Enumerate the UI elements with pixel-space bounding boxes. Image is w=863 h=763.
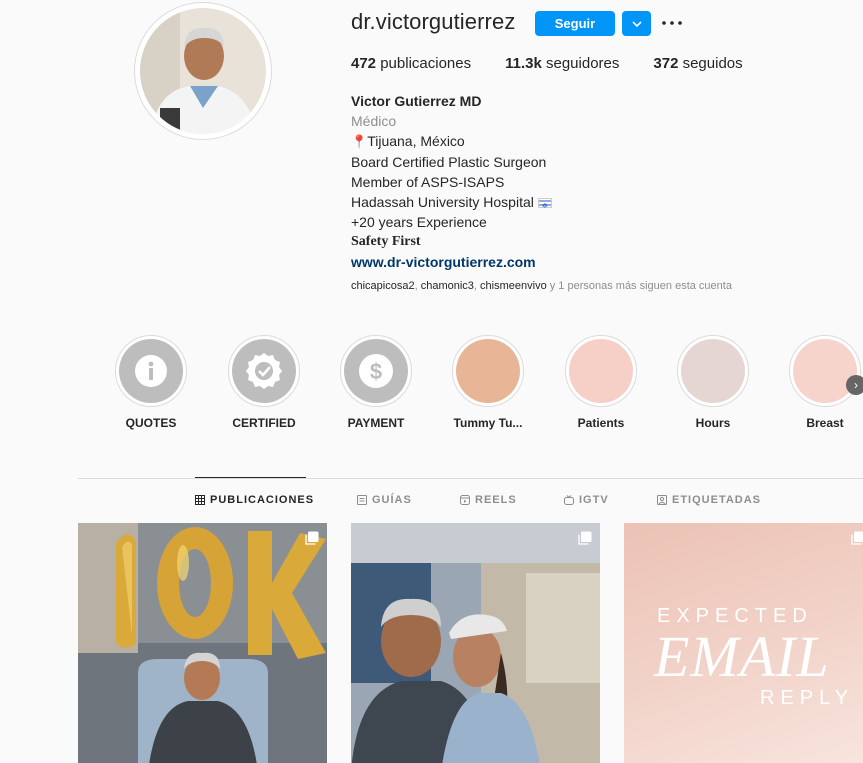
highlight-patients[interactable]: Patients	[565, 335, 637, 430]
tab-igtv[interactable]: IGTV	[564, 494, 609, 506]
highlight-quotes[interactable]: QUOTES	[115, 335, 187, 430]
posts-count: 472 publicaciones	[351, 55, 472, 72]
svg-text:$: $	[370, 359, 382, 384]
highlights-next-button[interactable]: ›	[846, 375, 863, 395]
follower-username[interactable]: chismeenvivo	[480, 280, 547, 292]
chevron-right-icon: ›	[854, 378, 858, 392]
tagged-icon	[657, 495, 667, 505]
info-icon	[135, 355, 167, 387]
follow-button[interactable]: Seguir	[535, 11, 615, 36]
more-dots-icon	[662, 21, 682, 25]
post-thumbnail[interactable]: EXPECTED EMAIL REPLY	[624, 523, 863, 763]
highlight-label: Tummy Tu...	[453, 416, 523, 430]
highlight-label: Hours	[695, 416, 731, 430]
grid-icon	[195, 495, 205, 505]
highlight-label: PAYMENT	[347, 416, 405, 430]
highlight-label: QUOTES	[125, 416, 177, 430]
profile-bio: Victor Gutierrez MD Médico 📍Tijuana, Méx…	[351, 91, 552, 272]
highlight-tummy-tuck[interactable]: Tummy Tu...	[452, 335, 524, 430]
reels-icon	[460, 495, 470, 505]
post-text-email: EMAIL	[654, 624, 830, 689]
follower-username[interactable]: chicapicosa2	[351, 280, 415, 292]
certified-badge-icon	[246, 353, 282, 389]
tab-reels[interactable]: REELS	[460, 494, 517, 506]
highlight-payment[interactable]: $ PAYMENT	[340, 335, 412, 430]
highlight-certified[interactable]: CERTIFIED	[228, 335, 300, 430]
highlight-label: Breast	[806, 416, 844, 430]
suggested-accounts-button[interactable]	[622, 11, 651, 36]
pin-icon: 📍	[351, 134, 368, 149]
guides-icon	[357, 495, 367, 505]
carousel-icon	[578, 531, 592, 545]
followers-count[interactable]: 11.3k seguidores	[505, 55, 619, 72]
followed-by[interactable]: chicapicosa2, chamonic3, chismeenvivo y …	[351, 280, 732, 292]
tab-etiquetadas[interactable]: ETIQUETADAS	[657, 494, 761, 506]
bio-line: +20 years Experience	[351, 214, 487, 230]
bio-line: Member of ASPS-ISAPS	[351, 174, 505, 190]
dollar-icon: $	[359, 354, 393, 388]
highlight-hours[interactable]: Hours	[677, 335, 749, 430]
avatar-photo	[140, 8, 266, 134]
bio-line: Board Certified Plastic Surgeon	[351, 154, 547, 170]
follower-username[interactable]: chamonic3	[421, 280, 474, 292]
profile-location: 📍Tijuana, México	[351, 133, 465, 149]
highlight-label: Patients	[577, 416, 625, 430]
tabs-divider	[78, 478, 863, 479]
post-thumbnail[interactable]	[351, 523, 600, 763]
post-image-doctor-patient	[351, 523, 600, 763]
israel-flag-icon	[537, 197, 552, 217]
tab-guias[interactable]: GUÍAS	[357, 494, 412, 506]
following-count[interactable]: 372 seguidos	[653, 55, 742, 72]
profile-stats: 472 publicaciones 11.3k seguidores 372 s…	[351, 55, 777, 72]
highlight-label: CERTIFIED	[232, 416, 296, 430]
profile-full-name: Victor Gutierrez MD	[351, 93, 482, 109]
post-thumbnail[interactable]	[78, 523, 327, 763]
tab-publicaciones[interactable]: PUBLICACIONES	[195, 494, 314, 506]
post-image-10k-celebration	[78, 523, 327, 763]
carousel-icon	[851, 531, 863, 545]
profile-avatar[interactable]	[134, 2, 272, 140]
profile-website-link[interactable]: www.dr-victorgutierrez.com	[351, 252, 552, 272]
bio-line: Hadassah University Hospital	[351, 192, 552, 217]
post-text-reply: REPLY	[760, 687, 855, 709]
carousel-icon	[305, 531, 319, 545]
active-tab-indicator	[195, 477, 306, 478]
profile-username: dr.victorgutierrez	[351, 9, 516, 34]
bio-line: Safety First	[351, 234, 421, 249]
profile-category: Médico	[351, 113, 397, 129]
more-options-button[interactable]	[660, 12, 684, 34]
chevron-down-icon	[631, 20, 642, 27]
igtv-icon	[564, 495, 574, 505]
